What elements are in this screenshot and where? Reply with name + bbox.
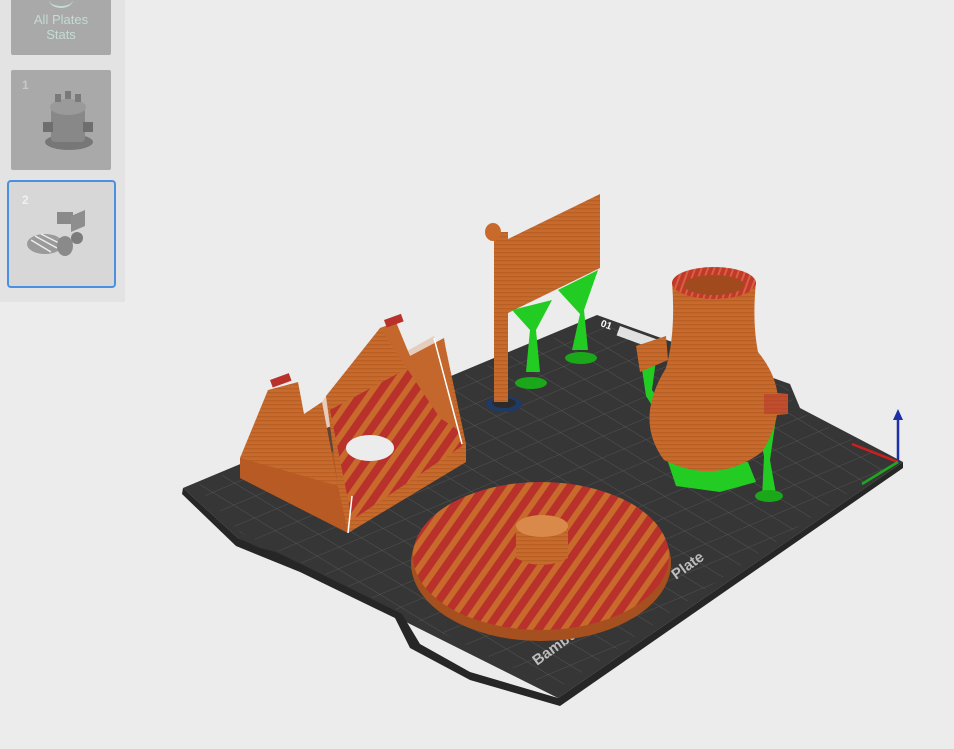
- plate-sidebar: All Plates Stats 1 2: [0, 0, 125, 302]
- slicer-window: 01 Bambu Plate All Plates Stats 1 2: [0, 0, 954, 749]
- all-plates-stats-button[interactable]: All Plates Stats: [11, 0, 111, 55]
- all-plates-stats-label: All Plates Stats: [11, 12, 111, 42]
- stats-label-line2: Stats: [46, 27, 76, 42]
- plate-1-preview-image: [43, 91, 93, 150]
- plate-thumbnail-2[interactable]: 2: [7, 180, 116, 288]
- stats-label-line1: All Plates: [33, 12, 89, 27]
- stats-icon: [49, 0, 73, 8]
- 3d-viewport[interactable]: 01 Bambu Plate: [0, 0, 954, 749]
- scene-canvas[interactable]: 01 Bambu Plate: [0, 0, 954, 749]
- model-disc[interactable]: [411, 482, 671, 641]
- plate-thumbnail-1[interactable]: 1: [11, 70, 111, 170]
- plate-2-preview-image: [27, 210, 85, 256]
